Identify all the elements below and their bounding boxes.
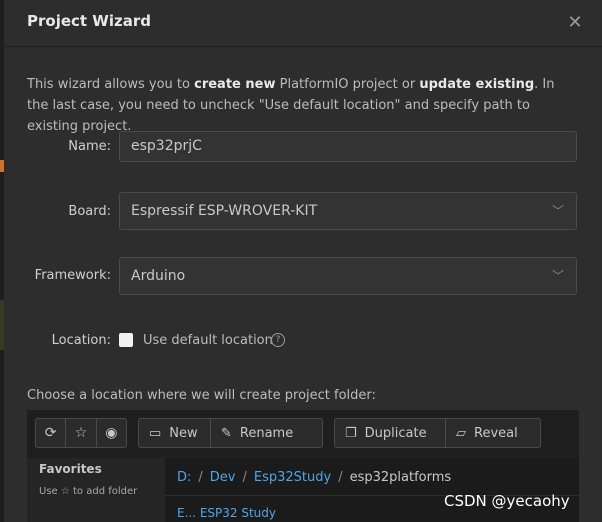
star-icon[interactable]: ☆ <box>65 419 95 447</box>
dialog-header: Project Wizard ✕ <box>4 0 602 47</box>
folder-open-icon: ▱ <box>456 425 466 441</box>
name-field[interactable] <box>119 131 577 162</box>
breadcrumb: D: / Dev / Esp32Study / esp32platforms <box>177 470 451 485</box>
reveal-button[interactable]: ▱ Reveal <box>445 419 540 447</box>
chevron-down-icon: ﹀ <box>551 269 564 283</box>
breadcrumb-separator: / <box>242 470 247 485</box>
name-input[interactable] <box>131 132 551 160</box>
new-folder-icon: ▭ <box>149 425 162 441</box>
watermark: CSDN @yecaohy <box>444 492 570 510</box>
help-icon[interactable]: ? <box>271 333 285 347</box>
path-panel: D: / Dev / Esp32Study / esp32platforms E... ES… <box>165 458 579 522</box>
new-folder-label: New <box>169 425 198 441</box>
name-label: Name: <box>68 139 111 154</box>
framework-select[interactable]: Arduino ﹀ <box>119 257 577 295</box>
intro-part: PlatformIO project or <box>275 77 420 92</box>
intro-part: This wizard allows you to <box>27 77 195 92</box>
pencil-icon: ✎ <box>221 425 232 441</box>
intro-bold: create new <box>194 77 276 92</box>
chevron-down-icon: ﹀ <box>551 204 564 218</box>
favorites-hint: Use ☆ to add folder <box>39 486 138 497</box>
refresh-icon[interactable]: ⟳ <box>36 419 65 447</box>
breadcrumb-separator: / <box>198 470 203 485</box>
framework-label: Framework: <box>34 268 111 283</box>
framework-value: Arduino <box>131 268 186 284</box>
duplicate-button[interactable]: ❐ Duplicate <box>335 419 445 447</box>
intro-text: This wizard allows you to create new Pla… <box>27 74 579 137</box>
favorites-panel: Favorites Use ☆ to add folder <box>27 458 165 522</box>
copy-icon: ❐ <box>345 425 357 441</box>
breadcrumb-item[interactable]: Esp32Study <box>254 470 331 485</box>
close-icon[interactable]: ✕ <box>564 12 586 34</box>
eye-icon[interactable]: ◉ <box>95 419 126 447</box>
folder-list-item[interactable]: E... ESP32 Study <box>177 506 276 520</box>
favorites-title: Favorites <box>39 462 102 476</box>
board-label: Board: <box>68 204 111 219</box>
browser-icon-toolbar: ⟳ ☆ ◉ <box>35 418 127 448</box>
reveal-label: Reveal <box>474 425 518 441</box>
breadcrumb-item[interactable]: Dev <box>210 470 236 485</box>
duplicate-label: Duplicate <box>364 425 427 441</box>
breadcrumb-separator: / <box>338 470 343 485</box>
board-value: Espressif ESP-WROVER-KIT <box>131 203 318 219</box>
breadcrumb-item[interactable]: D: <box>177 470 191 485</box>
rename-label: Rename <box>239 425 294 441</box>
board-select[interactable]: Espressif ESP-WROVER-KIT ﹀ <box>119 192 577 230</box>
browser-edit-toolbar: ▭ New ✎ Rename <box>138 418 323 448</box>
project-wizard-dialog: Project Wizard ✕ This wizard allows you … <box>4 0 602 522</box>
breadcrumb-current: esp32platforms <box>349 470 452 485</box>
dialog-title: Project Wizard <box>27 12 151 30</box>
choose-location-label: Choose a location where we will create p… <box>27 388 376 403</box>
location-label: Location: <box>51 333 111 348</box>
browser-file-toolbar: ❐ Duplicate ▱ Reveal <box>334 418 541 448</box>
new-folder-button[interactable]: ▭ New <box>139 419 210 447</box>
intro-bold: update existing <box>419 77 535 92</box>
rename-button[interactable]: ✎ Rename <box>210 419 322 447</box>
use-default-location-label[interactable]: Use default location <box>143 333 273 348</box>
use-default-location-checkbox[interactable] <box>119 333 133 347</box>
